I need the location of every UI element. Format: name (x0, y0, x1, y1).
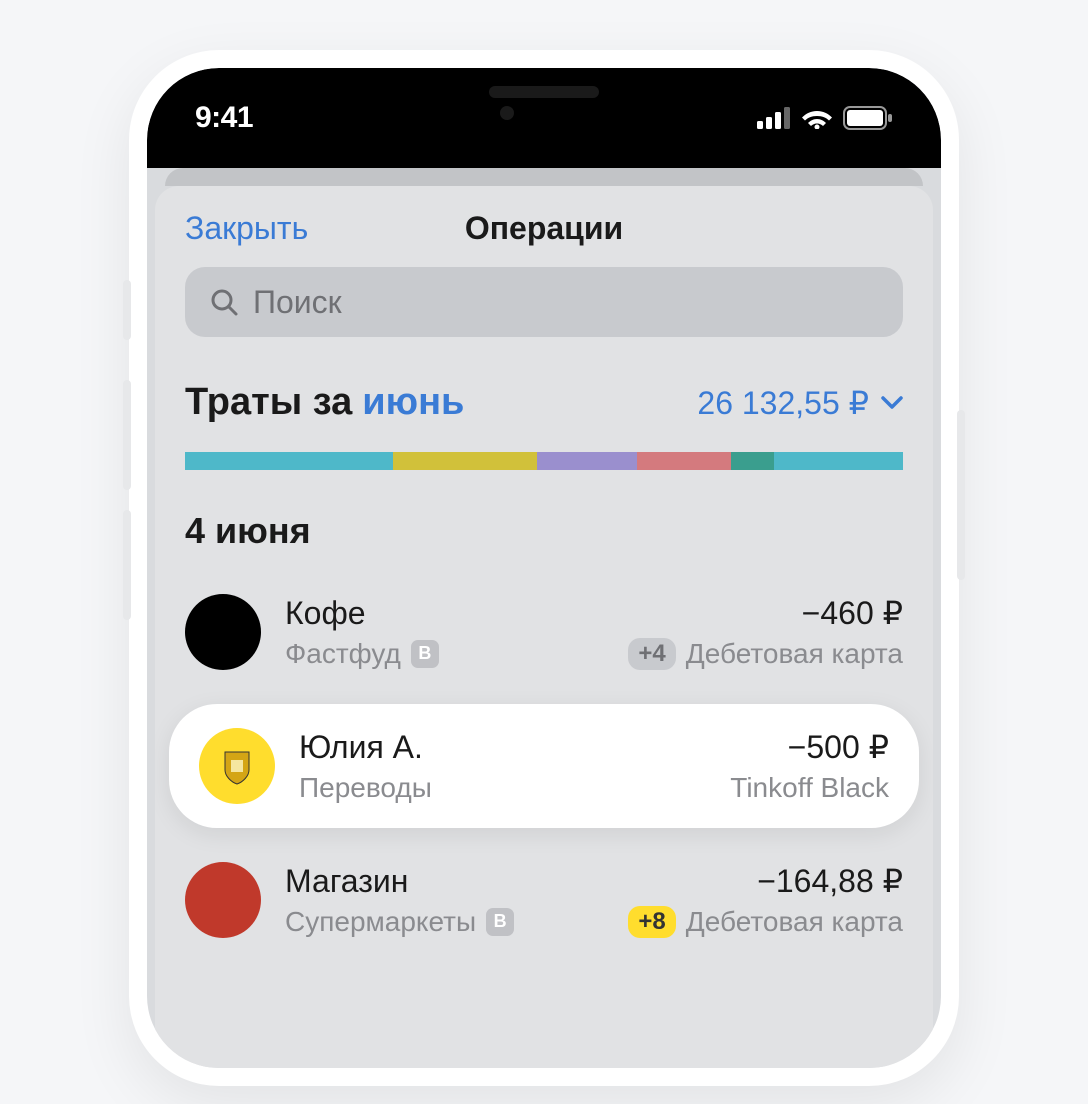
nav-header: Закрыть Операции (155, 186, 933, 267)
transaction-amount: −164,88 ₽ (628, 862, 903, 900)
search-icon (209, 287, 239, 317)
transaction-row[interactable]: Юлия А. Переводы −500 ₽ Tinkoff Black (169, 704, 919, 828)
receipt-icon: В (411, 640, 439, 668)
transaction-right: −164,88 ₽ +8Дебетовая карта (628, 862, 903, 938)
chart-segment (731, 452, 774, 470)
chart-segment (774, 452, 903, 470)
app-content: Закрыть Операции Поиск Траты за июнь 26 … (155, 186, 933, 1068)
chevron-down-icon (881, 396, 903, 410)
date-header: 4 июня (155, 498, 933, 570)
tinkoff-logo-icon (213, 742, 261, 790)
transaction-source: Tinkoff Black (730, 772, 889, 804)
close-button[interactable]: Закрыть (185, 210, 308, 247)
transaction-title: Магазин (285, 863, 604, 900)
transaction-main: Магазин СупермаркетыВ (285, 863, 604, 938)
spending-summary[interactable]: Траты за июнь 26 132,55 ₽ (155, 363, 933, 444)
transaction-subtitle: Переводы (299, 772, 706, 804)
transaction-row[interactable]: Магазин СупермаркетыВ −164,88 ₽ +8Дебетовая… (155, 838, 933, 962)
category-chart[interactable] (185, 452, 903, 470)
phone-side-button (123, 280, 131, 340)
search-wrap: Поиск (155, 267, 933, 363)
status-time: 9:41 (195, 101, 253, 135)
wifi-icon (801, 107, 833, 129)
summary-month: июнь (362, 381, 464, 424)
chart-segment (637, 452, 730, 470)
phone-screen: 9:41 Закрыть Операции Поиск Траты з (147, 68, 941, 1068)
phone-side-button (123, 510, 131, 620)
transaction-source: +8Дебетовая карта (628, 906, 903, 938)
summary-amount: 26 132,55 ₽ (697, 384, 869, 422)
cellular-icon (757, 107, 791, 129)
cashback-badge: +4 (628, 638, 675, 670)
transaction-title: Кофе (285, 595, 604, 632)
transaction-right: −460 ₽ +4Дебетовая карта (628, 594, 903, 670)
cashback-badge: +8 (628, 906, 675, 938)
transaction-main: Кофе ФастфудВ (285, 595, 604, 670)
status-icons (757, 106, 893, 130)
page-title: Операции (465, 210, 623, 247)
summary-title: Траты за июнь (185, 381, 464, 424)
transaction-row[interactable]: Кофе ФастфудВ −460 ₽ +4Дебетовая карта (155, 570, 933, 694)
transaction-subtitle: ФастфудВ (285, 638, 604, 670)
chart-segment (393, 452, 537, 470)
modal-behind-peek (165, 168, 923, 186)
chart-segment (185, 452, 393, 470)
phone-side-button (957, 410, 965, 580)
transaction-avatar (185, 594, 261, 670)
phone-frame: 9:41 Закрыть Операции Поиск Траты з (129, 50, 959, 1086)
transaction-source: +4Дебетовая карта (628, 638, 903, 670)
transaction-list: Кофе ФастфудВ −460 ₽ +4Дебетовая карта Юлия … (155, 570, 933, 962)
phone-side-button (123, 380, 131, 490)
receipt-icon: В (486, 908, 514, 936)
transaction-amount: −500 ₽ (730, 728, 889, 766)
search-input[interactable]: Поиск (185, 267, 903, 337)
transaction-subtitle: СупермаркетыВ (285, 906, 604, 938)
summary-prefix: Траты за (185, 381, 352, 424)
transaction-avatar (199, 728, 275, 804)
transaction-avatar (185, 862, 261, 938)
transaction-right: −500 ₽ Tinkoff Black (730, 728, 889, 804)
phone-notch (359, 68, 729, 136)
transaction-title: Юлия А. (299, 729, 706, 766)
transaction-amount: −460 ₽ (628, 594, 903, 632)
chart-segment (537, 452, 638, 470)
search-placeholder: Поиск (253, 284, 342, 321)
battery-icon (843, 106, 893, 130)
summary-total[interactable]: 26 132,55 ₽ (697, 384, 903, 422)
transaction-main: Юлия А. Переводы (299, 729, 706, 804)
